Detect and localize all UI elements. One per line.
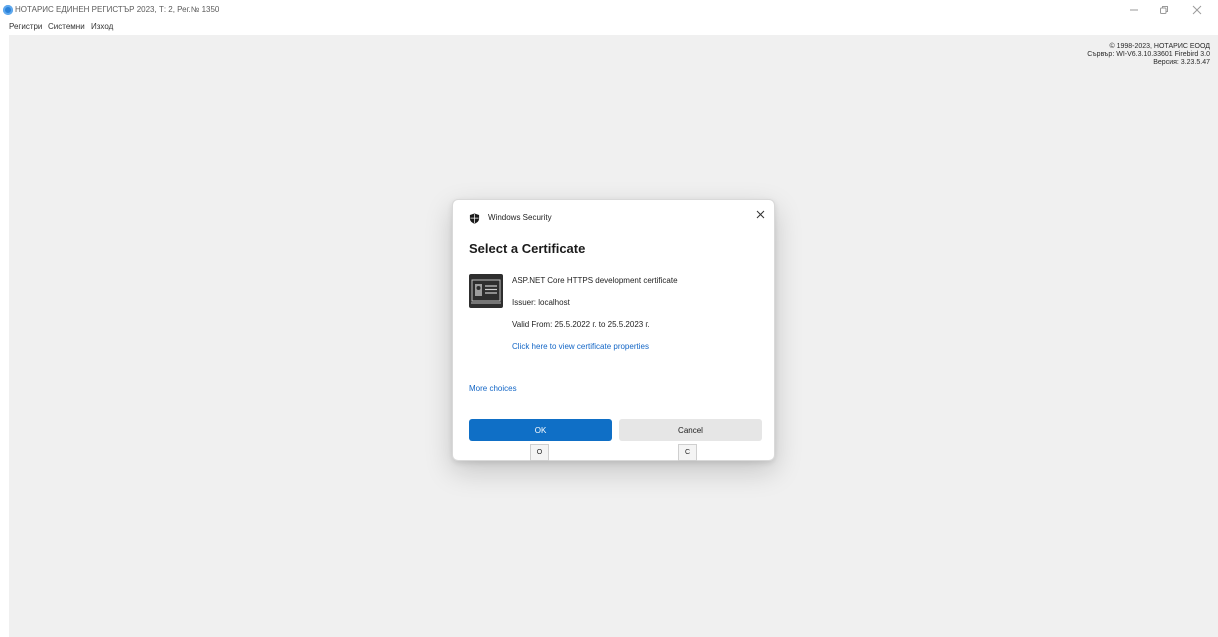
- menu-item-system[interactable]: Системни: [48, 22, 85, 31]
- window-title: НОТАРИС ЕДИНЕН РЕГИСТЪР 2023, Т: 2, Рег.…: [15, 5, 220, 14]
- dialog-heading: Select a Certificate: [469, 241, 586, 256]
- select-certificate-dialog: Windows Security Select a Certificate AS…: [452, 199, 775, 461]
- certificate-issuer: Issuer: localhost: [512, 298, 570, 307]
- cancel-button[interactable]: Cancel: [619, 419, 762, 441]
- minimize-button[interactable]: [1120, 2, 1148, 18]
- version-text: Версия: 3.23.5.47: [1153, 59, 1210, 66]
- menu-bar: Регистри Системни Изход: [0, 20, 1218, 34]
- server-text: Сървър: WI-V6.3.10.33601 Firebird 3.0: [1087, 51, 1210, 58]
- version-info: © 1998-2023, НОТАРИС ЕООД Сървър: WI-V6.…: [1087, 43, 1210, 67]
- app-logo-icon: [3, 5, 13, 15]
- more-choices-link[interactable]: More choices: [469, 384, 517, 393]
- certificate-validity: Valid From: 25.5.2022 г. to 25.5.2023 г.: [512, 320, 650, 329]
- shield-icon: [469, 211, 480, 229]
- certificate-icon[interactable]: [469, 274, 503, 308]
- menu-item-exit[interactable]: Изход: [91, 22, 113, 31]
- close-icon: [1192, 5, 1202, 15]
- app-window: НОТАРИС ЕДИНЕН РЕГИСТЪР 2023, Т: 2, Рег.…: [0, 0, 1218, 637]
- ok-button-label: OK: [534, 425, 547, 435]
- dialog-close-button[interactable]: [752, 206, 768, 222]
- minimize-icon: [1130, 9, 1138, 11]
- certificate-properties-link[interactable]: Click here to view certificate propertie…: [512, 342, 649, 351]
- close-icon: [756, 210, 764, 218]
- restore-icon: [1160, 6, 1168, 14]
- ok-button[interactable]: OK: [469, 419, 612, 441]
- cancel-keytip: C: [678, 444, 697, 461]
- restore-button[interactable]: [1150, 2, 1178, 18]
- cancel-button-label: Cancel: [678, 425, 703, 435]
- close-button[interactable]: [1183, 2, 1211, 18]
- ok-keytip: O: [530, 444, 549, 461]
- certificate-name[interactable]: ASP.NET Core HTTPS development certifica…: [512, 276, 678, 285]
- copyright-text: © 1998-2023, НОТАРИС ЕООД: [1109, 43, 1210, 50]
- title-bar: НОТАРИС ЕДИНЕН РЕГИСТЪР 2023, Т: 2, Рег.…: [0, 0, 1218, 20]
- dialog-header: Windows Security: [488, 213, 552, 222]
- menu-item-registers[interactable]: Регистри: [9, 22, 42, 31]
